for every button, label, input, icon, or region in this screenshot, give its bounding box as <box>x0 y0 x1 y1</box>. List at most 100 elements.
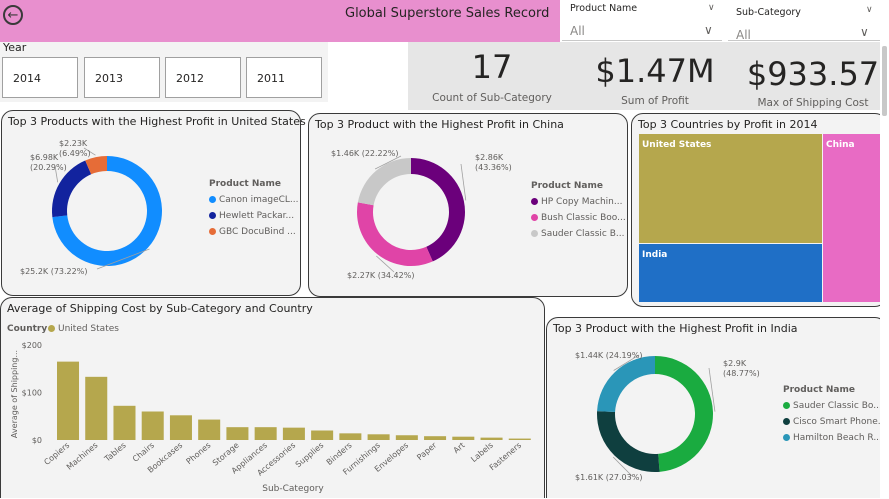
y-axis-title: Average of Shipping... <box>10 350 19 438</box>
bar[interactable] <box>424 436 447 440</box>
donut-data-label: $2.9K (48.77%) <box>723 359 760 378</box>
x-tick-label: Fasteners <box>488 441 523 473</box>
vertical-scrollbar[interactable] <box>880 42 889 498</box>
india-legend-label: Sauder Classic Bo... <box>793 401 882 411</box>
chevron-down-icon: ∨ <box>866 5 873 15</box>
year-option-2014[interactable]: 2014 <box>2 57 78 98</box>
bar[interactable] <box>508 438 531 440</box>
bar[interactable] <box>85 376 108 440</box>
china-legend-label: Sauder Classic B... <box>541 229 625 239</box>
year-option-2011[interactable]: 2011 <box>246 57 322 98</box>
treemap-cell-united-states[interactable] <box>639 134 822 243</box>
kpi-label-sum-profit: Sum of Profit <box>621 95 689 107</box>
us-legend-item[interactable]: Canon imageCL... <box>209 195 299 205</box>
legend-dot <box>531 230 538 237</box>
india-legend-title: Product Name <box>783 385 855 395</box>
bar[interactable] <box>282 427 305 440</box>
year-option-2012[interactable]: 2012 <box>165 57 241 98</box>
bar[interactable] <box>198 419 221 440</box>
china-legend-item[interactable]: Bush Classic Boo... <box>531 213 626 223</box>
treemap-card: Top 3 Countries by Profit in 2014 United… <box>631 113 887 307</box>
bar[interactable] <box>113 405 136 440</box>
legend-dot <box>783 434 790 441</box>
india-legend-item[interactable]: Hamilton Beach R... <box>783 433 882 443</box>
product-name-filter[interactable]: Product Name ∨ All ∨ <box>562 0 722 41</box>
bar[interactable] <box>367 434 390 440</box>
shipping-bar-chart: $0$100$200CopiersMachines Tables ChairsBoo… <box>10 341 531 494</box>
india-legend-item[interactable]: Cisco Smart Phone... <box>783 417 886 427</box>
x-tick-label: Phones <box>185 441 213 467</box>
x-tick-label: Labels <box>469 441 495 464</box>
india-legend-label: Hamilton Beach R... <box>793 433 882 443</box>
x-tick-label: Chairs <box>131 441 156 464</box>
us-legend-label: Canon imageCL... <box>219 195 299 205</box>
chevron-down-icon: ∨ <box>704 23 713 37</box>
chevron-down-icon: ∨ <box>708 3 715 13</box>
us-legend-label: Hewlett Packar... <box>219 211 295 221</box>
legend-dot <box>209 228 216 235</box>
bar[interactable] <box>226 427 249 440</box>
kpi-value-sum-profit: $1.47M <box>595 52 715 90</box>
donut-slice[interactable] <box>411 158 466 262</box>
bar[interactable] <box>452 436 475 440</box>
china-legend-title: Product Name <box>531 181 603 191</box>
y-tick-label: $0 <box>32 436 42 445</box>
china-legend-item[interactable]: HP Copy Machin... <box>531 197 622 207</box>
india-legend-label: Cisco Smart Phone... <box>793 417 887 427</box>
bar[interactable] <box>57 361 80 440</box>
bar[interactable] <box>480 437 503 440</box>
x-axis-title: Sub-Category <box>262 484 324 494</box>
year-option-2013[interactable]: 2013 <box>84 57 160 98</box>
donut-data-label: $1.46K (22.22%) <box>331 149 398 158</box>
treemap-label-united-states: United States <box>642 140 711 150</box>
donut-data-label: $1.61K (27.03%) <box>575 473 642 482</box>
x-tick-label: Tables <box>102 441 128 465</box>
y-tick-label: $200 <box>22 341 42 350</box>
x-tick-label: Machines <box>65 441 100 472</box>
donut-slice[interactable] <box>357 158 411 206</box>
treemap-label-china: China <box>826 140 855 150</box>
india-legend-item[interactable]: Sauder Classic Bo... <box>783 401 882 411</box>
legend-dot <box>531 214 538 221</box>
bar[interactable] <box>311 430 334 441</box>
treemap-chart: United States China India <box>639 134 883 302</box>
us-legend-item[interactable]: GBC DocuBind ... <box>209 227 296 237</box>
india-profit-card: Top 3 Product with the Highest Profit in… <box>546 317 887 498</box>
donut-slice[interactable] <box>597 356 655 412</box>
donut-data-label: $2.27K (34.42%) <box>347 271 414 280</box>
china-legend-item[interactable]: Sauder Classic B... <box>531 229 625 239</box>
x-tick-label: Art <box>452 441 467 456</box>
bar[interactable] <box>254 427 277 440</box>
treemap-cell-china[interactable] <box>823 134 883 302</box>
us-legend-title: Product Name <box>209 179 281 189</box>
donut-data-label: $25.2K (73.22%) <box>20 267 87 276</box>
product-name-filter-label: Product Name <box>570 3 638 14</box>
us-profit-card: Top 3 Products with the Highest Profit i… <box>1 110 306 296</box>
donut-slice[interactable] <box>357 202 433 266</box>
sub-category-filter[interactable]: Sub-Category ∨ All ∨ <box>728 0 880 42</box>
kpi-label-max-shipping: Max of Shipping Cost <box>757 97 869 109</box>
donut-slice[interactable] <box>597 411 660 472</box>
legend-dot <box>783 418 790 425</box>
kpi-value-count-subcategory: 17 <box>471 48 513 86</box>
kpi-label-count-subcategory: Count of Sub-Category <box>432 92 552 104</box>
page-title: Global Superstore Sales Record <box>345 6 550 21</box>
sub-category-filter-value: All <box>736 28 751 42</box>
bar[interactable] <box>169 415 192 440</box>
arrow-left-circle-icon[interactable]: ← <box>3 5 23 25</box>
bar[interactable] <box>395 435 418 440</box>
us-legend-item[interactable]: Hewlett Packar... <box>209 211 294 221</box>
treemap-label-india: India <box>642 250 667 260</box>
bar[interactable] <box>141 411 164 441</box>
china-profit-card: Top 3 Product with the Highest Profit in… <box>308 113 628 297</box>
x-tick-label: Supplies <box>294 441 326 470</box>
donut-slice[interactable] <box>655 356 714 472</box>
china-legend-label: Bush Classic Boo... <box>541 213 626 223</box>
legend-dot <box>531 198 538 205</box>
legend-dot <box>209 196 216 203</box>
x-tick-label: Paper <box>415 440 439 462</box>
donut-data-label: $2.86K (43.36%) <box>475 153 512 172</box>
donut-data-label: $1.44K (24.19%) <box>575 351 642 360</box>
bar[interactable] <box>339 433 362 440</box>
china-legend-label: HP Copy Machin... <box>541 197 623 207</box>
